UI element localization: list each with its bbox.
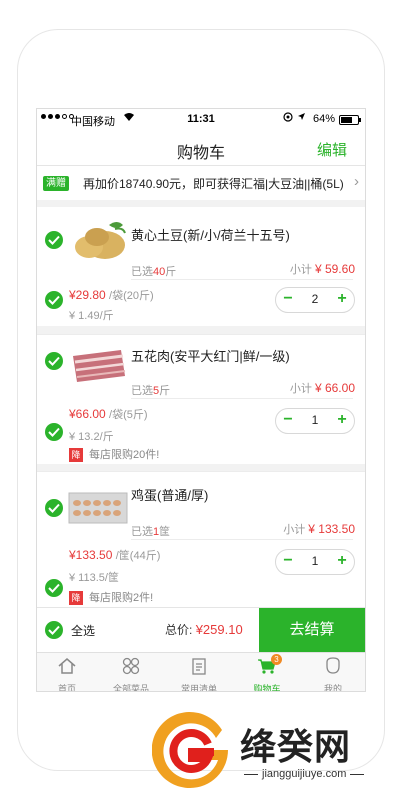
minus-button[interactable]: − bbox=[279, 553, 297, 571]
app-screen: 中国移动 11:31 64% 购物车 编辑 满赠 再加价18740.90元，即可… bbox=[36, 108, 366, 692]
item-selected: 已选40斤 bbox=[131, 266, 177, 278]
item-name: 黄心土豆(新/小/荷兰十五号) bbox=[131, 228, 290, 243]
location-icon bbox=[297, 112, 306, 124]
cart-item: 五花肉(安平大红门|鲜/一级) 已选5斤 小计 ¥ 66.00 ¥66.00 /… bbox=[37, 334, 365, 464]
select-all-label[interactable]: 全选 bbox=[71, 622, 95, 639]
quantity-value[interactable]: 2 bbox=[298, 292, 332, 306]
tab-bar: 首页 全部菜品 常用清单 3 购物车 我的 bbox=[37, 652, 365, 692]
item-check-icon[interactable] bbox=[45, 499, 63, 517]
grid-icon bbox=[122, 657, 140, 675]
checkout-button[interactable]: 去结算 bbox=[259, 608, 365, 652]
cart-item: 鸡蛋(普通/厚) 已选1筐 小计 ¥ 133.50 ¥133.50 /筐(44斤… bbox=[37, 471, 365, 607]
tab-home[interactable]: 首页 bbox=[37, 653, 97, 692]
minus-button[interactable]: − bbox=[279, 412, 297, 430]
item-price: ¥66.00 /袋(5斤) bbox=[69, 407, 148, 421]
purchase-limit: 降每店限购2件! bbox=[69, 589, 153, 606]
select-all-check-icon[interactable] bbox=[45, 621, 63, 639]
tab-cart[interactable]: 3 购物车 bbox=[237, 653, 297, 692]
list-icon bbox=[192, 658, 206, 675]
cart-item: 黄心土豆(新/小/荷兰十五号) 已选40斤 小计 ¥ 59.60 ¥29.80 … bbox=[37, 207, 365, 326]
tab-common-list[interactable]: 常用清单 bbox=[169, 653, 229, 692]
promo-text: 再加价18740.90元，即可获得汇福|大豆油||桶(5L) bbox=[83, 177, 344, 191]
home-icon bbox=[58, 658, 76, 674]
potato-image bbox=[75, 222, 126, 259]
battery-icon bbox=[339, 115, 361, 125]
item-check-icon[interactable] bbox=[45, 352, 63, 370]
tab-label: 我的 bbox=[323, 684, 342, 692]
plus-button[interactable]: + bbox=[333, 291, 351, 309]
item-selected: 已选5斤 bbox=[131, 385, 171, 397]
item-subtotal: 小计 ¥ 59.60 bbox=[289, 262, 355, 276]
item-subtotal: 小计 ¥ 66.00 bbox=[289, 381, 355, 395]
pork-belly-image bbox=[73, 350, 126, 382]
watermark-brand: 绛癸网 bbox=[240, 727, 352, 768]
total-price: 总价: ¥259.10 bbox=[165, 622, 243, 637]
nav-bar: 购物车 编辑 bbox=[37, 131, 365, 166]
checkout-bar: 全选 总价: ¥259.10 去结算 bbox=[37, 607, 365, 652]
lock-rotation-icon bbox=[283, 112, 293, 125]
quantity-stepper[interactable]: − 1 + bbox=[275, 408, 355, 434]
item-price: ¥29.80 /袋(20斤) bbox=[69, 288, 154, 302]
quantity-value[interactable]: 1 bbox=[298, 554, 332, 568]
item-check-icon[interactable] bbox=[45, 231, 63, 249]
quantity-stepper[interactable]: − 1 + bbox=[275, 549, 355, 575]
limit-badge: 降 bbox=[69, 448, 83, 463]
tab-label: 全部菜品 bbox=[112, 684, 149, 692]
promo-tag: 满赠 bbox=[43, 176, 69, 191]
watermark-url: jiangguijiuye.com bbox=[240, 768, 368, 780]
tab-label: 购物车 bbox=[253, 684, 281, 692]
cart-count-badge: 3 bbox=[271, 654, 282, 665]
item-unit-price: ¥ 13.2/斤 bbox=[69, 431, 114, 443]
chevron-right-icon: › bbox=[354, 173, 359, 190]
item-selected: 已选1筐 bbox=[131, 526, 171, 538]
item-subtotal: 小计 ¥ 133.50 bbox=[283, 522, 355, 536]
tab-all-dishes[interactable]: 全部菜品 bbox=[101, 653, 161, 692]
purchase-limit: 降每店限购20件! bbox=[69, 446, 159, 463]
page-title: 购物车 bbox=[176, 145, 225, 162]
egg-tray-image bbox=[68, 492, 128, 524]
watermark-logo bbox=[152, 712, 228, 789]
item-name: 鸡蛋(普通/厚) bbox=[131, 488, 209, 503]
battery-percent: 64% bbox=[313, 113, 336, 125]
plus-button[interactable]: + bbox=[333, 412, 351, 430]
item-unit-price: ¥ 1.49/斤 bbox=[69, 310, 114, 322]
item-check-icon[interactable] bbox=[45, 423, 63, 441]
edit-button[interactable]: 编辑 bbox=[317, 139, 347, 160]
minus-button[interactable]: − bbox=[279, 291, 297, 309]
user-icon bbox=[326, 657, 340, 674]
tab-label: 首页 bbox=[57, 684, 76, 692]
promo-banner[interactable]: 满赠 再加价18740.90元，即可获得汇福|大豆油||桶(5L) › bbox=[37, 166, 365, 200]
plus-button[interactable]: + bbox=[333, 553, 351, 571]
tab-label: 常用清单 bbox=[180, 684, 217, 692]
status-bar: 中国移动 11:31 64% bbox=[37, 109, 365, 131]
limit-badge: 降 bbox=[69, 591, 83, 606]
quantity-stepper[interactable]: − 2 + bbox=[275, 287, 355, 313]
item-unit-price: ¥ 113.5/筐 bbox=[69, 572, 119, 584]
item-price: ¥133.50 /筐(44斤) bbox=[69, 548, 161, 562]
item-name: 五花肉(安平大红门|鲜/一级) bbox=[131, 349, 290, 364]
tab-mine[interactable]: 我的 bbox=[303, 653, 363, 692]
item-check-icon[interactable] bbox=[45, 291, 63, 309]
quantity-value[interactable]: 1 bbox=[298, 413, 332, 427]
item-check-icon[interactable] bbox=[45, 579, 63, 597]
